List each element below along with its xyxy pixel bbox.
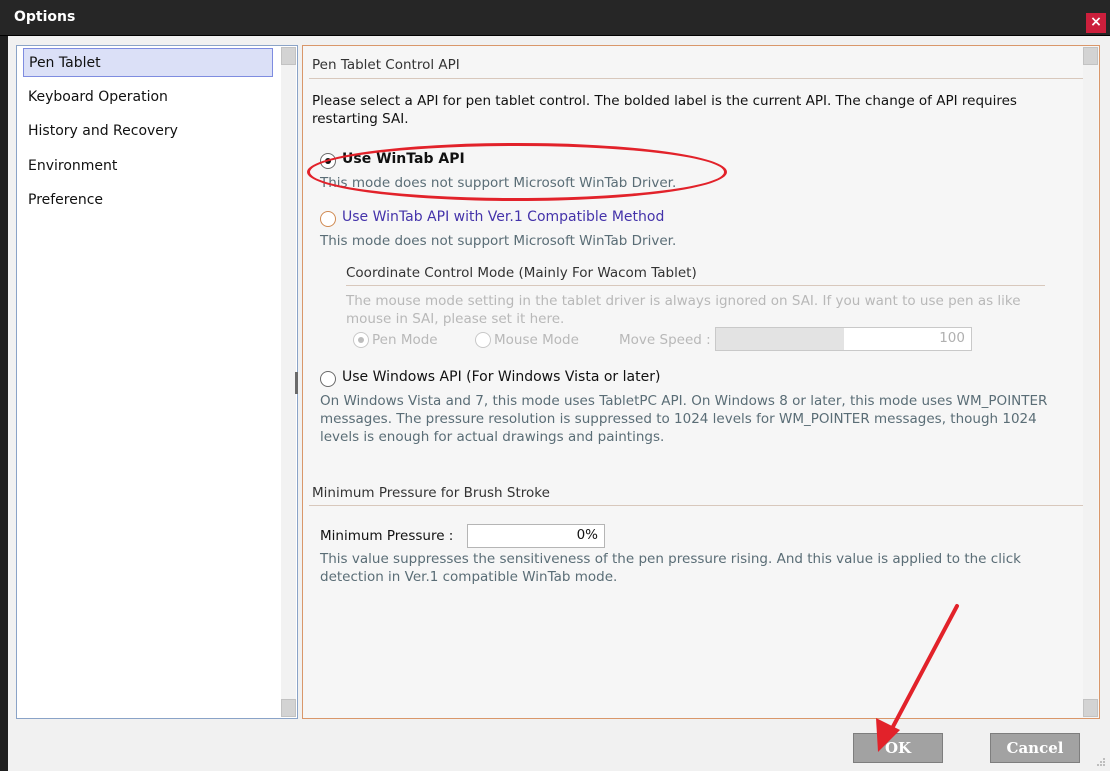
- divider: [309, 505, 1083, 506]
- radio-pen-mode[interactable]: [353, 332, 369, 348]
- section-title-pen-tablet: Pen Tablet Control API: [312, 57, 460, 73]
- radio-windows-api[interactable]: [320, 371, 336, 387]
- close-button[interactable]: ×: [1086, 13, 1106, 33]
- radio-windows-api-label[interactable]: Use Windows API (For Windows Vista or la…: [342, 369, 660, 385]
- sidebar-item-pen-tablet[interactable]: Pen Tablet: [23, 48, 273, 77]
- min-pressure-input[interactable]: 0%: [467, 524, 605, 548]
- settings-panel: Pen Tablet Control API Please select a A…: [302, 45, 1100, 719]
- scroll-down-button[interactable]: [281, 699, 296, 717]
- sidebar-item-preference[interactable]: Preference: [23, 186, 273, 215]
- scroll-up-button[interactable]: [281, 47, 296, 65]
- move-speed-slider[interactable]: 100: [715, 327, 972, 351]
- sidebar-scrollbar[interactable]: [281, 47, 296, 717]
- intro-text-line2: restarting SAI.: [312, 111, 409, 127]
- radio-pen-mode-label[interactable]: Pen Mode: [372, 330, 438, 350]
- radio-windows-api-desc-line3: levels is enough for actual drawings and…: [320, 429, 665, 445]
- min-pressure-desc-line1: This value suppresses the sensitiveness …: [320, 551, 1021, 567]
- sidebar-item-keyboard-operation[interactable]: Keyboard Operation: [23, 83, 273, 112]
- radio-mouse-mode[interactable]: [475, 332, 491, 348]
- coordinate-divider: [346, 285, 1045, 286]
- radio-windows-api-desc-line1: On Windows Vista and 7, this mode uses T…: [320, 393, 1048, 409]
- resize-grip-icon[interactable]: [1096, 757, 1106, 767]
- radio-mouse-mode-label[interactable]: Mouse Mode: [494, 330, 579, 350]
- category-list: Pen Tablet Keyboard Operation History an…: [16, 45, 298, 719]
- coordinate-title: Coordinate Control Mode (Mainly For Waco…: [346, 265, 697, 281]
- min-pressure-value: 0%: [576, 527, 598, 543]
- min-pressure-desc-line2: detection in Ver.1 compatible WinTab mod…: [320, 569, 618, 585]
- move-speed-fill: [716, 328, 844, 350]
- move-speed-label: Move Speed :: [619, 332, 711, 348]
- section-title-min-pressure: Minimum Pressure for Brush Stroke: [312, 485, 550, 501]
- move-speed-value: 100: [939, 330, 965, 346]
- sidebar-item-environment[interactable]: Environment: [23, 152, 273, 181]
- scroll-up-button[interactable]: [1083, 47, 1098, 65]
- divider: [309, 78, 1083, 79]
- splitter-handle[interactable]: [295, 372, 298, 394]
- radio-wintab-v1[interactable]: [320, 211, 336, 227]
- scroll-down-button[interactable]: [1083, 699, 1098, 717]
- cancel-button[interactable]: Cancel: [990, 733, 1080, 763]
- intro-text-line1: Please select a API for pen tablet contr…: [312, 93, 1017, 109]
- min-pressure-label: Minimum Pressure :: [320, 528, 454, 544]
- radio-wintab-v1-desc: This mode does not support Microsoft Win…: [320, 233, 677, 249]
- coordinate-desc-line1: The mouse mode setting in the tablet dri…: [346, 293, 1021, 309]
- settings-scrollbar[interactable]: [1083, 47, 1098, 717]
- red-annotation-ellipse: [307, 143, 727, 201]
- coordinate-desc-line2: mouse in SAI, please set it here.: [346, 311, 565, 327]
- window-title: Options: [14, 9, 76, 25]
- ok-button[interactable]: OK: [853, 733, 943, 763]
- radio-windows-api-desc-line2: messages. The pressure resolution is sup…: [320, 411, 1037, 427]
- title-bar: Options ×: [0, 0, 1110, 36]
- radio-wintab-v1-label[interactable]: Use WinTab API with Ver.1 Compatible Met…: [342, 209, 664, 225]
- sidebar-item-history-recovery[interactable]: History and Recovery: [23, 117, 273, 146]
- dialog-body: Pen Tablet Keyboard Operation History an…: [8, 36, 1110, 771]
